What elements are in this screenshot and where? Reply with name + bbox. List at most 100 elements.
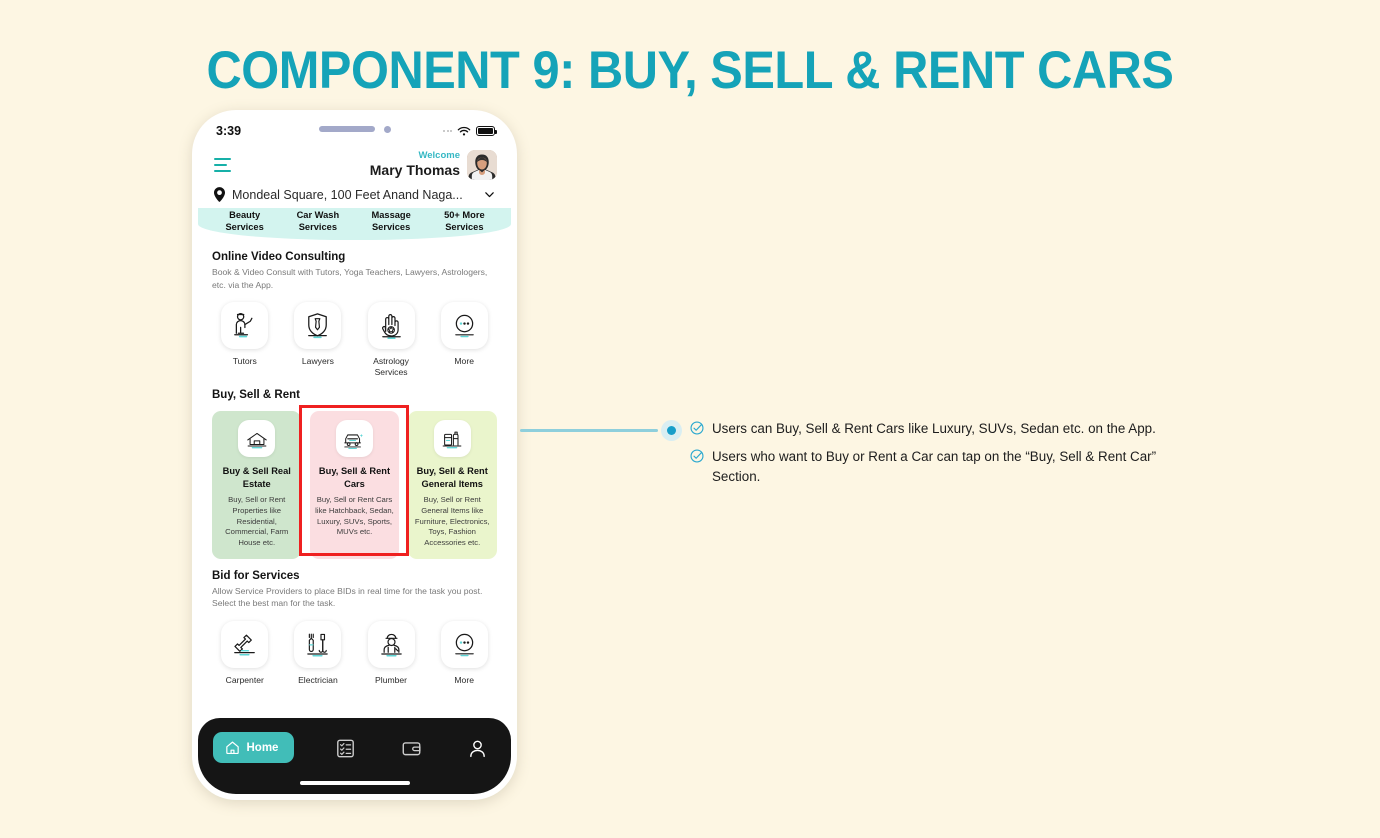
section-subtitle: Allow Service Providers to place BIDs in… [212,585,483,609]
icon-tile [294,620,342,668]
service-chip-massage[interactable]: Massage Services [355,210,428,233]
location-text: Mondeal Square, 100 Feet Anand Naga... [232,187,463,202]
section-title: Bid for Services [212,569,300,582]
wallet-icon [403,742,422,756]
icon-label: More [454,356,474,367]
icon-label: Tutors [232,356,257,367]
real-estate-icon [246,432,267,449]
icon-label: Astrology Services [373,356,409,378]
consulting-icon-row: Tutors Lawyers Astrology Services More [212,302,497,378]
chevron-down-icon[interactable] [484,189,495,200]
speaker-icon [318,126,375,132]
phone-mockup: 3:39 Welcome Mary Thomas Mondeal Square,… [192,110,517,800]
header-row: Welcome Mary Thomas [212,150,497,180]
plumber-icon [380,633,402,657]
icon-label: Carpenter [225,674,264,685]
icon-tile [440,302,488,350]
bsr-card-desc: Buy, Sell or Rent General Items like Fur… [414,495,490,548]
connector-dot [661,420,682,441]
bsr-card-desc: Buy, Sell or Rent Properties like Reside… [225,495,289,548]
more-dots-icon [454,314,474,338]
consulting-item-astrology[interactable]: Astrology Services [358,302,424,378]
section-online-video-consulting: Online Video Consulting Book & Video Con… [198,240,511,378]
consulting-item-lawyers[interactable]: Lawyers [285,302,351,378]
bid-item-more[interactable]: More [431,620,497,686]
bsr-card-title: Buy, Sell & Rent General Items [416,466,488,489]
section-buy-sell-rent: Buy, Sell & Rent Buy & Sell Real Estate … [198,378,511,559]
annotation-list: Users can Buy, Sell & Rent Cars like Lux… [690,419,1190,494]
bid-item-carpenter[interactable]: Carpenter [212,620,278,686]
signal-dots-icon [443,130,452,132]
page-title: COMPONENT 9: BUY, SELL & RENT CARS [206,41,1174,100]
tutor-icon [234,313,253,338]
annotation-text: Users who want to Buy or Rent a Car can … [712,448,1157,484]
home-indicator [299,781,410,785]
bid-icon-row: Carpenter Electrician Plumber More [212,620,497,686]
avatar[interactable] [467,150,497,180]
nav-item-home[interactable]: Home [212,732,295,763]
astrology-palm-icon [381,314,401,340]
user-text: Welcome Mary Thomas [369,150,460,179]
section-subtitle: Book & Video Consult with Tutors, Yoga T… [212,267,488,290]
person-icon [470,740,486,758]
icon-label: More [454,674,474,685]
camera-icon [383,125,391,133]
status-time: 3:39 [216,124,242,138]
nav-item-wallet[interactable] [397,732,426,765]
icon-tile [238,420,276,458]
icon-tile [440,620,488,668]
user-name: Mary Thomas [369,162,460,179]
service-chip-carwash[interactable]: Car Wash Services [281,210,354,233]
avatar-image [467,150,497,180]
bsr-wrapper: Buy & Sell Real Estate Buy, Sell or Rent… [212,405,497,559]
bsr-card-general-items[interactable]: Buy, Sell & Rent General Items Buy, Sell… [407,411,497,559]
carpenter-hammer-icon [234,634,256,656]
icon-tile [221,620,269,668]
general-items-icon [442,431,462,449]
nav-item-orders[interactable] [331,732,360,765]
consulting-item-tutors[interactable]: Tutors [212,302,278,378]
app-header: Welcome Mary Thomas Mondeal Square, 100 … [198,146,511,202]
bsr-card-title: Buy, Sell & Rent Cars [318,466,391,489]
battery-icon [476,126,497,136]
icon-label: Plumber [375,674,408,685]
icon-tile [221,302,269,350]
nav-label-home: Home [246,741,279,754]
bsr-card-real-estate[interactable]: Buy & Sell Real Estate Buy, Sell or Rent… [212,411,302,559]
service-strip: Beauty Services Car Wash Services Massage S… [198,208,511,241]
bsr-card-row: Buy & Sell Real Estate Buy, Sell or Rent… [212,411,497,559]
electrician-tools-icon [307,633,329,657]
lawyer-shield-icon [308,313,328,339]
bsr-card-desc: Buy, Sell or Rent Cars like Hatchback, S… [315,495,394,537]
phone-notch [280,116,429,142]
icon-tile [367,302,415,350]
more-dots-icon [454,633,474,657]
bid-item-plumber[interactable]: Plumber [358,620,424,686]
annotation-item: Users can Buy, Sell & Rent Cars like Lux… [690,419,1190,439]
service-chip-beauty[interactable]: Beauty Services [208,210,281,233]
icon-tile [367,620,415,668]
bsr-card-cars[interactable]: Buy, Sell & Rent Cars Buy, Sell or Rent … [309,411,400,559]
section-title: Online Video Consulting [212,251,346,264]
bsr-card-title: Buy & Sell Real Estate [222,466,291,489]
home-icon [225,741,239,755]
bid-item-electrician[interactable]: Electrician [285,620,351,686]
location-pin-icon [214,187,225,202]
icon-tile [433,420,471,458]
section-title: Buy, Sell & Rent [212,389,300,402]
connector-line [520,429,658,432]
icon-label: Electrician [298,674,338,685]
user-block[interactable]: Welcome Mary Thomas [370,150,497,180]
annotation-item: Users who want to Buy or Rent a Car can … [690,447,1190,487]
annotation-text: Users can Buy, Sell & Rent Cars like Lux… [712,421,1156,436]
car-icon [344,433,364,449]
icon-label: Lawyers [301,356,334,367]
nav-item-profile[interactable] [463,732,492,765]
icon-tile [335,420,373,458]
welcome-label: Welcome [418,150,460,162]
service-chip-more[interactable]: 50+ More Services [428,210,501,233]
hamburger-menu-icon[interactable] [212,154,233,176]
consulting-item-more[interactable]: More [431,302,497,378]
status-icons [443,126,497,137]
location-bar[interactable]: Mondeal Square, 100 Feet Anand Naga... [212,180,497,202]
